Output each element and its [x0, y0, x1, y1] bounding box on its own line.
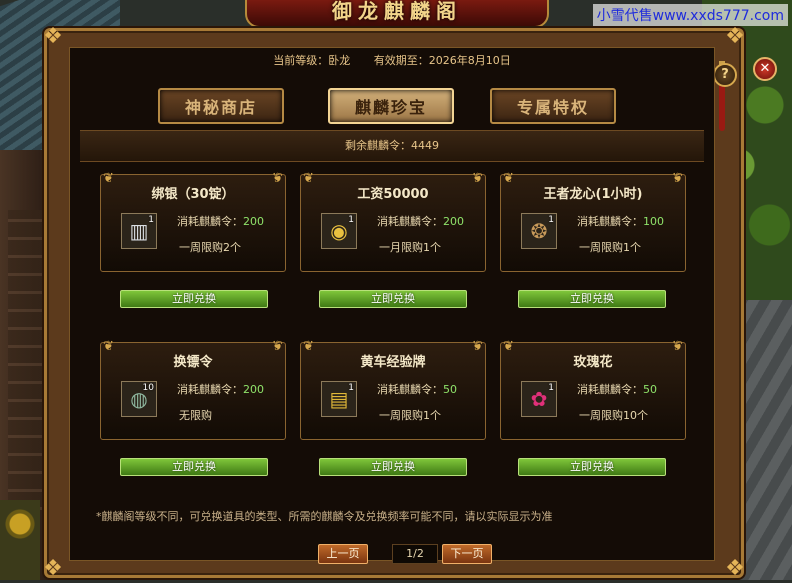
item-cost: 消耗麒麟令：100	[577, 215, 664, 228]
cost-value: 200	[243, 383, 264, 396]
item-count: 1	[348, 383, 354, 393]
item-title: 黄车经验牌	[360, 355, 426, 370]
page-indicator: 1/2	[392, 544, 438, 564]
item-count: 1	[548, 215, 554, 225]
item-count: 1	[348, 215, 354, 225]
watermark-text: 小雪代售www.xxds777.com	[592, 4, 788, 26]
item-card: 工资50000 ◉1 消耗麒麟令：200 一月限购1个	[300, 171, 486, 272]
item-title: 工资50000	[357, 187, 429, 202]
window-title: 御龙麒麟阁	[245, 0, 549, 28]
item-cost: 消耗麒麟令：50	[577, 383, 657, 396]
cost-value: 200	[243, 215, 264, 228]
purchase-limit: 无限购	[179, 409, 212, 422]
item-title: 王者龙心(1小时)	[543, 187, 643, 202]
item-cost: 消耗麒麟令：200	[177, 383, 264, 396]
cost-value: 50	[643, 383, 657, 396]
next-page-button[interactable]: 下一页	[442, 544, 492, 564]
item-cost: 消耗麒麟令：50	[377, 383, 457, 396]
item-count: 10	[142, 383, 154, 393]
item-title: 绑银（30锭）	[151, 187, 235, 202]
corner-ornament-icon: ❖	[43, 556, 63, 581]
exchange-button[interactable]: 立即兑换	[120, 290, 268, 308]
item-card: 绑银（30锭） ▥1 消耗麒麟令：200 一周限购2个	[100, 171, 286, 272]
item-cost: 消耗麒麟令：200	[177, 215, 264, 228]
window-content: 当前等级：卧龙 有效期至：2026年8月10日 神秘商店 麒麟珍宝 专属特权 剩…	[69, 47, 715, 564]
exchange-button[interactable]: 立即兑换	[319, 458, 467, 476]
purchase-limit: 一周限购2个	[179, 241, 241, 254]
close-button[interactable]: ✕	[753, 57, 777, 81]
item-title: 玫瑰花	[573, 355, 613, 370]
purchase-limit: 一周限购10个	[579, 409, 648, 422]
rose-icon[interactable]: ✿ 1	[521, 381, 557, 417]
dragon-heart-icon[interactable]: ❂ 1	[521, 213, 557, 249]
exchange-button[interactable]: 立即兑换	[518, 458, 666, 476]
tab-exclusive-privilege[interactable]: 专属特权	[490, 88, 616, 124]
cost-value: 200	[443, 215, 464, 228]
corner-ornament-icon: ❖	[43, 24, 63, 49]
status-info-bar: 当前等级：卧龙 有效期至：2026年8月10日	[70, 52, 714, 68]
exchange-button[interactable]: 立即兑换	[518, 290, 666, 308]
item-cost: 消耗麒麟令：200	[377, 215, 464, 228]
exchange-button[interactable]: 立即兑换	[120, 458, 268, 476]
purchase-limit: 一周限购1个	[379, 409, 441, 422]
purchase-limit: 一月限购1个	[379, 241, 441, 254]
silver-ingot-icon[interactable]: ▥ 1	[121, 213, 157, 249]
footnote-text: *麒麟阁等级不同，可兑换道具的类型、所需的麒麟令及兑换频率可能不同，请以实际显示…	[96, 510, 553, 523]
item-count: 1	[548, 383, 554, 393]
qilin-pavilion-window: ❖ ❖ ❖ ❖ ? ✕ 当前等级：卧龙 有效期至：2026年8月10日 神秘商店…	[43, 24, 777, 581]
corner-ornament-icon: ❖	[725, 24, 745, 49]
escort-token-icon[interactable]: ◍ 10	[121, 381, 157, 417]
item-card: 玫瑰花 ✿1 消耗麒麟令：50 一周限购10个	[500, 339, 686, 440]
fruit-basket	[0, 500, 40, 580]
prev-page-button[interactable]: 上一页	[318, 544, 368, 564]
purchase-limit: 一周限购1个	[579, 241, 641, 254]
cost-value: 100	[643, 215, 664, 228]
cart-exp-card-icon[interactable]: ▤ 1	[321, 381, 357, 417]
current-level-text: 当前等级：卧龙	[273, 54, 351, 67]
remaining-tokens-bar: 剩余麒麟令：4449	[80, 130, 704, 162]
tab-mystery-shop[interactable]: 神秘商店	[158, 88, 284, 124]
item-count: 1	[148, 215, 154, 225]
item-card: 黄车经验牌 ▤1 消耗麒麟令：50 一周限购1个	[300, 339, 486, 440]
valid-until-text: 有效期至：2026年8月10日	[373, 54, 511, 67]
exchange-button[interactable]: 立即兑换	[319, 290, 467, 308]
corner-ornament-icon: ❖	[725, 556, 745, 581]
tab-qilin-treasure[interactable]: 麒麟珍宝	[328, 88, 454, 124]
cost-value: 50	[443, 383, 457, 396]
help-button[interactable]: ?	[713, 63, 737, 87]
item-title: 换镖令	[173, 355, 213, 370]
item-card: 换镖令 ◍10 消耗麒麟令：200 无限购	[100, 339, 286, 440]
item-card: 王者龙心(1小时) ❂1 消耗麒麟令：100 一周限购1个	[500, 171, 686, 272]
gold-ingot-icon[interactable]: ◉ 1	[321, 213, 357, 249]
